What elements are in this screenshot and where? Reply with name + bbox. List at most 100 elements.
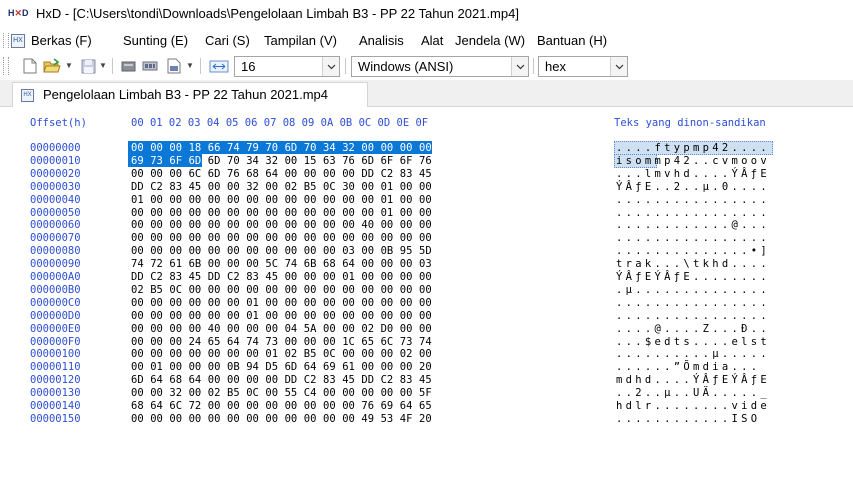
hex-byte[interactable]: 00 — [169, 413, 182, 425]
hex-byte[interactable]: 00 — [227, 219, 240, 231]
hex-byte[interactable]: 74 — [246, 336, 259, 348]
row-decoded-text[interactable]: ......”Õmdia... — [616, 361, 760, 373]
hex-byte[interactable]: 00 — [150, 168, 163, 180]
hex-byte[interactable]: 02 — [361, 323, 374, 335]
hex-byte[interactable]: 00 — [227, 400, 240, 412]
hex-byte[interactable]: 00 — [285, 245, 298, 257]
hex-editor[interactable]: Offset(h) 00 01 02 03 04 05 06 07 08 09 … — [0, 107, 853, 494]
hex-byte[interactable]: 72 — [150, 258, 163, 270]
hex-byte[interactable]: 00 — [131, 219, 144, 231]
hex-byte[interactable]: 45 — [419, 374, 432, 386]
hex-byte[interactable]: 00 — [169, 348, 182, 360]
hex-byte[interactable]: 00 — [400, 207, 413, 219]
row-decoded-text[interactable]: ................ — [616, 207, 770, 219]
hex-byte[interactable]: 00 — [131, 413, 144, 425]
row-decoded-text[interactable]: ................ — [616, 194, 770, 206]
hex-byte[interactable]: 65 — [208, 336, 221, 348]
row-decoded-text[interactable]: ÝÂƒEÝÂƒE........ — [616, 271, 770, 283]
hex-byte[interactable]: 00 — [285, 336, 298, 348]
hex-byte[interactable]: 00 — [342, 348, 355, 360]
hex-byte[interactable]: 20 — [419, 361, 432, 373]
hex-byte[interactable]: 00 — [381, 232, 394, 244]
hex-byte[interactable]: 00 — [265, 374, 278, 386]
hex-byte[interactable]: 6B — [189, 258, 202, 270]
hex-byte[interactable]: 00 — [361, 297, 374, 309]
hex-byte[interactable]: 45 — [265, 271, 278, 283]
chevron-down-icon[interactable] — [322, 57, 339, 76]
hex-byte[interactable]: 53 — [381, 413, 394, 425]
hex-byte[interactable]: 00 — [304, 271, 317, 283]
hex-byte[interactable]: 76 — [227, 168, 240, 180]
ram-icon[interactable] — [140, 56, 160, 76]
open-dropdown-icon[interactable]: ▼ — [65, 61, 73, 70]
hex-byte[interactable]: 00 — [361, 194, 374, 206]
hex-byte[interactable]: 83 — [400, 168, 413, 180]
hex-byte[interactable]: 73 — [265, 336, 278, 348]
hex-byte[interactable]: 00 — [227, 207, 240, 219]
hex-byte[interactable]: 00 — [419, 142, 432, 154]
save-icon[interactable] — [78, 56, 98, 76]
chevron-down-icon[interactable] — [511, 57, 528, 76]
hex-byte[interactable]: 0C — [169, 284, 182, 296]
hex-byte[interactable]: 18 — [189, 142, 202, 154]
row-decoded-text[interactable]: ...lmvhd....ÝÂƒE — [616, 168, 770, 180]
hex-byte[interactable]: 94 — [246, 361, 259, 373]
hex-byte[interactable]: 00 — [361, 245, 374, 257]
hex-byte[interactable]: 00 — [246, 374, 259, 386]
hex-byte[interactable]: DD — [131, 271, 144, 283]
hex-byte[interactable]: 74 — [227, 142, 240, 154]
hex-byte[interactable]: 04 — [285, 323, 298, 335]
hex-byte[interactable]: 00 — [285, 310, 298, 322]
hex-byte[interactable]: 83 — [400, 374, 413, 386]
menu-analisis[interactable]: Analisis — [359, 33, 404, 48]
hex-byte[interactable]: 34 — [323, 142, 336, 154]
menu-alat[interactable]: Alat — [421, 33, 443, 48]
row-decoded-text[interactable]: ................ — [616, 232, 770, 244]
hex-byte[interactable]: 6C — [189, 168, 202, 180]
hex-byte[interactable]: C2 — [381, 168, 394, 180]
hex-byte[interactable]: 00 — [265, 207, 278, 219]
hex-byte[interactable]: 00 — [304, 207, 317, 219]
hex-byte[interactable]: 00 — [381, 258, 394, 270]
bytes-per-row-select[interactable]: 16 — [234, 56, 340, 77]
hex-byte[interactable]: 00 — [227, 297, 240, 309]
hex-byte[interactable]: 01 — [381, 194, 394, 206]
hex-byte[interactable]: 61 — [169, 258, 182, 270]
hex-byte[interactable]: 00 — [189, 413, 202, 425]
hex-byte[interactable]: 00 — [419, 348, 432, 360]
hex-byte[interactable]: 55 — [285, 387, 298, 399]
row-decoded-text[interactable]: ...$edts....elst — [616, 336, 770, 348]
hex-byte[interactable]: 6D — [131, 374, 144, 386]
hex-byte[interactable]: 4F — [400, 413, 413, 425]
hex-byte[interactable]: 5C — [265, 258, 278, 270]
hex-byte[interactable]: 00 — [208, 374, 221, 386]
hex-byte[interactable]: 00 — [400, 297, 413, 309]
hex-byte[interactable]: 6D — [285, 361, 298, 373]
hex-byte[interactable]: 00 — [419, 194, 432, 206]
hex-byte[interactable]: 00 — [189, 219, 202, 231]
hex-byte[interactable]: 68 — [169, 374, 182, 386]
hex-byte[interactable]: 00 — [227, 348, 240, 360]
hex-byte[interactable]: 00 — [304, 400, 317, 412]
hex-byte[interactable]: 00 — [189, 194, 202, 206]
hex-byte[interactable]: 02 — [208, 387, 221, 399]
row-decoded-text[interactable]: ..............•] — [616, 245, 770, 257]
hex-byte[interactable]: 00 — [150, 348, 163, 360]
hex-byte[interactable]: C2 — [150, 271, 163, 283]
hex-byte[interactable]: 00 — [169, 361, 182, 373]
hex-byte[interactable]: 00 — [342, 232, 355, 244]
hex-byte[interactable]: 00 — [246, 245, 259, 257]
hex-byte[interactable]: 6D — [208, 155, 221, 167]
hex-byte[interactable]: 00 — [323, 387, 336, 399]
hex-byte[interactable]: 00 — [361, 207, 374, 219]
hex-byte[interactable]: 00 — [150, 336, 163, 348]
hex-byte[interactable]: 00 — [304, 297, 317, 309]
hex-byte[interactable]: 32 — [342, 142, 355, 154]
hex-byte[interactable]: 00 — [400, 194, 413, 206]
hex-byte[interactable]: 76 — [361, 400, 374, 412]
hex-byte[interactable]: 49 — [361, 413, 374, 425]
hex-byte[interactable]: 00 — [361, 232, 374, 244]
hex-byte[interactable]: 00 — [342, 219, 355, 231]
menu-sunting[interactable]: Sunting (E) — [123, 33, 188, 48]
hex-byte[interactable]: 00 — [419, 271, 432, 283]
